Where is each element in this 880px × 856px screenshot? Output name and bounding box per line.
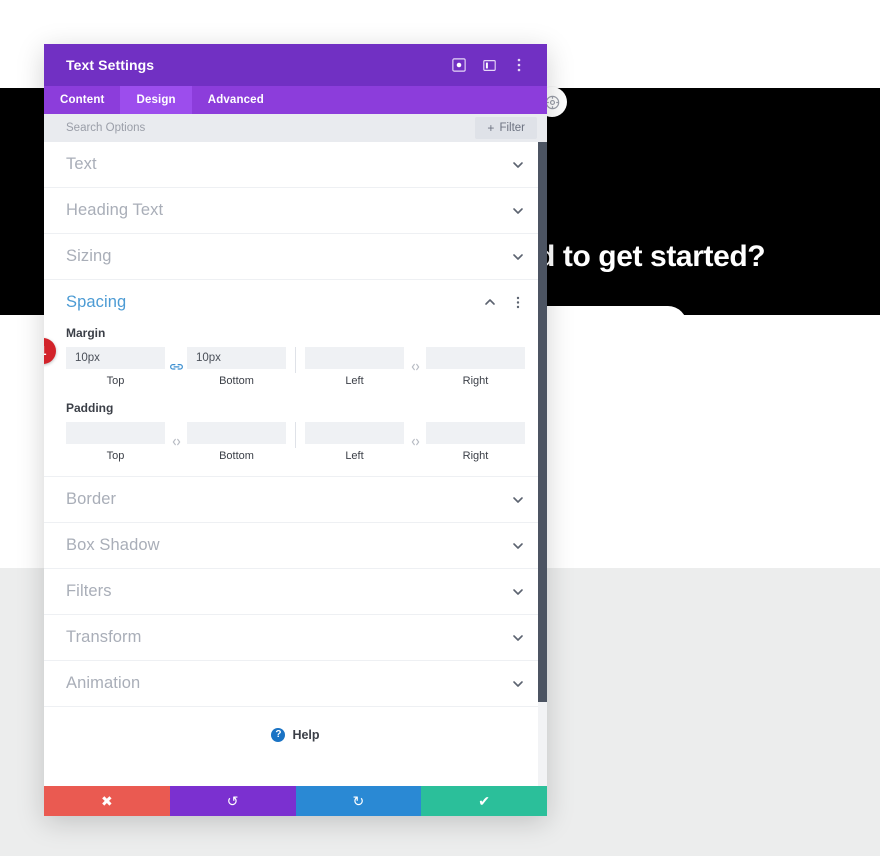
section-animation-label: Animation	[66, 674, 141, 692]
text-settings-modal: Text Settings Content Design Advanced Se…	[44, 44, 547, 816]
padding-top-caption: Top	[106, 450, 125, 462]
section-sizing[interactable]: Sizing	[44, 234, 547, 280]
section-box-shadow[interactable]: Box Shadow	[44, 523, 547, 569]
section-spacing-header[interactable]: Spacing	[44, 280, 547, 324]
modal-title: Text Settings	[66, 57, 155, 73]
link-padding-left-right-icon[interactable]	[404, 436, 426, 448]
redo-button[interactable]: ↻	[295, 786, 422, 816]
help-row: ? Help	[44, 707, 547, 763]
section-transform-label: Transform	[66, 628, 142, 646]
section-transform[interactable]: Transform	[44, 615, 547, 661]
chevron-up-icon[interactable]	[483, 295, 497, 309]
spacing-header-icons	[483, 295, 525, 309]
section-sizing-label: Sizing	[66, 247, 112, 265]
padding-fields-row: Top Bottom Left Right	[66, 422, 525, 462]
margin-right-field-wrap: Right	[426, 347, 525, 387]
section-filters[interactable]: Filters	[44, 569, 547, 615]
filter-label: Filter	[499, 122, 525, 134]
modal-tabs: Content Design Advanced	[44, 86, 547, 114]
padding-top-input[interactable]	[66, 422, 165, 444]
modal-header: Text Settings	[44, 44, 547, 86]
padding-group-title: Padding	[66, 401, 114, 415]
tab-content[interactable]: Content	[44, 86, 120, 114]
margin-top-caption: Top	[106, 375, 125, 387]
margin-top-bottom-pair: 10px Top 10px Bottom	[66, 347, 286, 387]
more-vertical-icon[interactable]	[511, 57, 527, 73]
modal-scrollbar-track[interactable]	[538, 142, 547, 786]
chevron-down-icon	[511, 539, 525, 553]
filter-button[interactable]: + Filter	[475, 117, 537, 139]
padding-left-caption: Left	[345, 450, 364, 462]
margin-left-field-wrap: Left	[305, 347, 404, 387]
chevron-down-icon	[511, 493, 525, 507]
modal-body: Text Heading Text Sizing Spacing Margin …	[44, 142, 547, 786]
section-border-label: Border	[66, 490, 117, 508]
margin-left-caption: Left	[345, 375, 364, 387]
section-heading-text[interactable]: Heading Text	[44, 188, 547, 234]
padding-left-input[interactable]	[305, 422, 404, 444]
padding-top-bottom-pair: Top Bottom	[66, 422, 286, 462]
margin-left-right-pair: Left Right	[305, 347, 525, 387]
margin-top-field-wrap: 10px Top	[66, 347, 165, 387]
section-animation[interactable]: Animation	[44, 661, 547, 707]
chevron-down-icon	[511, 585, 525, 599]
chevron-down-icon	[511, 204, 525, 218]
undo-button[interactable]: ↺	[169, 786, 296, 816]
modal-scrollbar-thumb[interactable]	[538, 142, 547, 702]
chevron-down-icon	[511, 158, 525, 172]
margin-group-title: Margin	[66, 326, 106, 340]
chevron-down-icon	[511, 631, 525, 645]
margin-fields-row: 10px Top 10px Bottom Left Right	[66, 347, 525, 387]
target-icon[interactable]	[451, 57, 467, 73]
search-options-bar: Search Options + Filter	[44, 114, 547, 142]
margin-top-input[interactable]: 10px	[66, 347, 165, 369]
tab-design[interactable]: Design	[120, 86, 192, 114]
help-question-icon[interactable]: ?	[271, 728, 286, 742]
chevron-down-icon	[511, 250, 525, 264]
padding-left-right-pair: Left Right	[305, 422, 525, 462]
margin-right-caption: Right	[462, 375, 489, 387]
more-vertical-icon[interactable]	[511, 295, 525, 309]
padding-top-field-wrap: Top	[66, 422, 165, 462]
margin-bottom-input[interactable]: 10px	[187, 347, 286, 369]
padding-bottom-input[interactable]	[187, 422, 286, 444]
margin-bottom-field-wrap: 10px Bottom	[187, 347, 286, 387]
section-border[interactable]: Border	[44, 477, 547, 523]
padding-bottom-caption: Bottom	[219, 450, 254, 462]
section-text[interactable]: Text	[44, 142, 547, 188]
modal-footer: ✖ ↺ ↻ ✔	[44, 786, 547, 816]
padding-right-field-wrap: Right	[426, 422, 525, 462]
screen-root: d to get started? REQUEST A QUOTE ❯ Cust…	[0, 0, 880, 856]
padding-divider	[295, 422, 296, 448]
section-text-label: Text	[66, 155, 97, 173]
hero-heading: d to get started?	[537, 240, 766, 273]
margin-right-input[interactable]	[426, 347, 525, 369]
help-label[interactable]: Help	[292, 728, 319, 742]
padding-right-input[interactable]	[426, 422, 525, 444]
save-button[interactable]: ✔	[421, 786, 547, 816]
plus-icon: +	[487, 121, 495, 135]
spacing-panel: 1 Margin 10px Top	[44, 326, 547, 477]
section-spacing-label: Spacing	[66, 292, 127, 311]
section-filters-label: Filters	[66, 582, 112, 600]
search-input[interactable]: Search Options	[66, 122, 475, 134]
chevron-down-icon	[511, 677, 525, 691]
link-padding-top-bottom-icon[interactable]	[165, 436, 187, 448]
margin-divider	[295, 347, 296, 373]
tab-advanced[interactable]: Advanced	[192, 86, 280, 114]
margin-bottom-caption: Bottom	[219, 375, 254, 387]
padding-right-caption: Right	[462, 450, 489, 462]
padding-left-field-wrap: Left	[305, 422, 404, 462]
margin-left-input[interactable]	[305, 347, 404, 369]
cancel-button[interactable]: ✖	[44, 786, 170, 816]
link-margin-left-right-icon[interactable]	[404, 361, 426, 373]
annotation-marker-1: 1	[44, 338, 56, 364]
section-heading-text-label: Heading Text	[66, 201, 164, 219]
section-box-shadow-label: Box Shadow	[66, 536, 160, 554]
panel-layout-icon[interactable]	[481, 57, 497, 73]
link-margin-top-bottom-icon[interactable]	[165, 361, 187, 373]
padding-bottom-field-wrap: Bottom	[187, 422, 286, 462]
modal-header-icons	[451, 57, 527, 73]
